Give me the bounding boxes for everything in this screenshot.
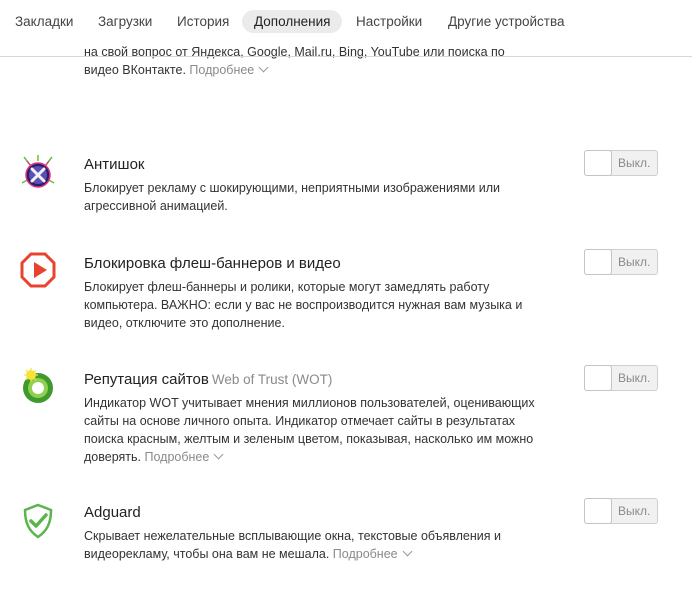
addon-title: Блокировка флеш-баннеров и видео	[84, 255, 341, 273]
previous-desc-line-2: видео ВКонтакте.	[84, 63, 186, 77]
addon-description: Индикатор WOT учитывает мнения миллионов…	[84, 394, 552, 466]
toggle-knob	[584, 365, 612, 391]
addon-description-text: Скрывает нежелательные всплывающие окна,…	[84, 529, 501, 561]
addon-description: Скрывает нежелательные всплывающие окна,…	[84, 527, 552, 563]
more-link[interactable]: Подробнее	[144, 449, 224, 464]
more-label: Подробнее	[332, 547, 398, 561]
toggle-knob	[584, 150, 612, 176]
addon-title-text: Антишок	[84, 156, 145, 173]
top-navigation: Закладки Загрузки История Дополнения Нас…	[0, 0, 692, 46]
nav-divider	[0, 56, 692, 57]
addon-toggle[interactable]: Выкл.	[584, 365, 658, 391]
addon-title: Adguard	[84, 504, 141, 522]
more-link[interactable]: Подробнее	[332, 546, 413, 561]
flash-block-icon	[18, 250, 58, 290]
toggle-knob	[584, 498, 612, 524]
more-label: Подробнее	[144, 450, 210, 464]
previous-more-link[interactable]: Подробнее	[189, 62, 269, 77]
previous-addon-description: на свой вопрос от Яндекса, Google, Mail.…	[84, 43, 554, 79]
addon-toggle[interactable]: Выкл.	[584, 498, 658, 524]
addon-toggle[interactable]: Выкл.	[584, 249, 658, 275]
addon-subtitle: Web of Trust (WOT)	[211, 372, 333, 387]
toggle-label: Выкл.	[618, 156, 651, 170]
addon-description: Блокирует рекламу с шокирующими, неприят…	[84, 181, 501, 213]
addon-description: Блокирует флеш-баннеры и ролики, которые…	[84, 280, 523, 330]
addon-title-text: Блокировка флеш-баннеров и видео	[84, 255, 341, 272]
addon-title-text: Репутация сайтов	[84, 371, 209, 388]
toggle-label: Выкл.	[618, 504, 651, 518]
tab-history[interactable]: История	[165, 10, 241, 33]
tab-extensions[interactable]: Дополнения	[242, 10, 343, 33]
toggle-label: Выкл.	[618, 371, 651, 385]
chevron-down-icon	[402, 546, 413, 557]
more-label: Подробнее	[189, 63, 255, 77]
antishock-icon	[18, 153, 58, 193]
chevron-down-icon	[258, 62, 269, 73]
tab-settings[interactable]: Настройки	[344, 10, 434, 33]
addon-title-text: Adguard	[84, 504, 141, 521]
wot-icon	[18, 366, 58, 406]
adguard-shield-icon	[18, 501, 58, 541]
toggle-knob	[584, 249, 612, 275]
chevron-down-icon	[213, 449, 224, 460]
addon-toggle[interactable]: Выкл.	[584, 150, 658, 176]
addon-title: Антишок	[84, 156, 144, 174]
extensions-page: Закладки Загрузки История Дополнения Нас…	[0, 0, 692, 598]
addon-title: Репутация сайтов Web of Trust (WOT)	[84, 371, 332, 389]
tab-other-devices[interactable]: Другие устройства	[436, 10, 577, 33]
tab-bookmarks[interactable]: Закладки	[3, 10, 85, 33]
toggle-label: Выкл.	[618, 255, 651, 269]
tab-downloads[interactable]: Загрузки	[86, 10, 164, 33]
